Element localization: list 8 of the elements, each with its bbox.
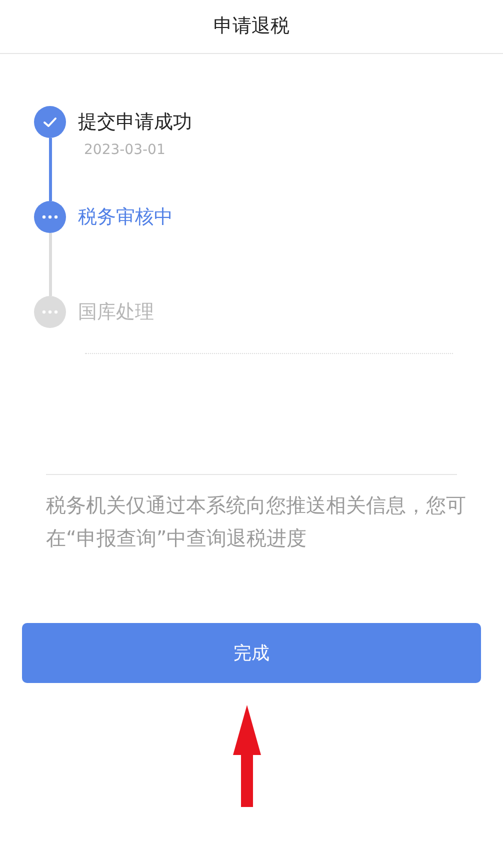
step-label: 税务审核中	[78, 205, 173, 230]
step-label: 提交申请成功	[78, 110, 192, 135]
done-button[interactable]: 完成	[22, 623, 481, 683]
page-title: 申请退税	[214, 14, 290, 40]
arrow-annotation-icon	[232, 705, 262, 807]
notice-text: 税务机关仅通过本系统向您推送相关信息，您可在“申报查询”中查询退税进度	[46, 492, 467, 552]
step-label: 国库处理	[78, 300, 154, 325]
step-date: 2023-03-01	[84, 141, 166, 160]
